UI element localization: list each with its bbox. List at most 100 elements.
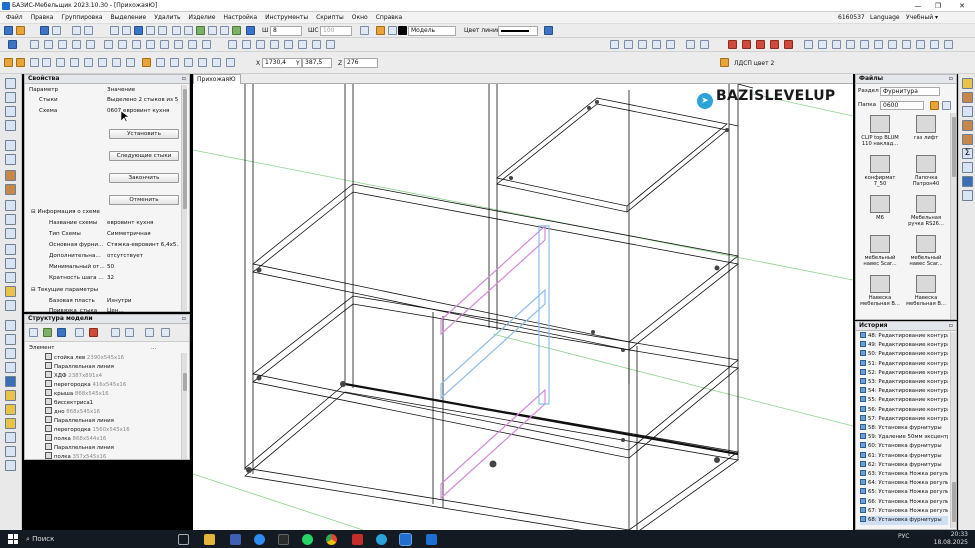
orbit-icon[interactable] <box>874 40 883 49</box>
menu-item-1[interactable]: Правка <box>27 12 58 24</box>
struct-tool-8-icon[interactable] <box>161 328 170 337</box>
fittings-7-icon[interactable] <box>226 58 235 67</box>
red-view-2-icon[interactable] <box>742 40 751 49</box>
dimension-icon[interactable] <box>242 40 251 49</box>
tool-11-icon[interactable] <box>5 228 16 239</box>
array-icon[interactable] <box>202 40 211 49</box>
red-view-4-icon[interactable] <box>770 40 779 49</box>
rt-tool-8-icon[interactable] <box>962 176 973 187</box>
bazis-taskbar-icon[interactable] <box>399 533 412 546</box>
menu-item-7[interactable]: Инструменты <box>261 12 312 24</box>
menu-item-4[interactable]: Удалить <box>150 12 184 24</box>
finish-button[interactable]: Закончить <box>109 173 179 183</box>
tool-22-icon[interactable] <box>5 390 16 401</box>
structure-item[interactable]: полка 868x544x16 <box>45 434 106 443</box>
circle-icon[interactable] <box>58 40 67 49</box>
frame-icon[interactable] <box>174 40 183 49</box>
history-item[interactable]: 48: Редактирование контура и с <box>860 332 948 341</box>
hide-icon[interactable] <box>916 40 925 49</box>
structure-item[interactable]: Параллельная линия <box>45 362 114 371</box>
files-close-icon[interactable]: ▫ <box>949 75 953 83</box>
tool-2-icon[interactable] <box>5 92 16 103</box>
y-coordinate-input[interactable]: 387,5 <box>302 58 332 68</box>
fittings-2-icon[interactable] <box>156 58 165 67</box>
history-item[interactable]: 63: Установка Ножка регулируе <box>860 470 948 479</box>
mirror-icon[interactable] <box>188 40 197 49</box>
menu-item-2[interactable]: Группировка <box>57 12 106 24</box>
structure-item[interactable]: Параллельная линия <box>45 416 114 425</box>
rt-tool-1-icon[interactable] <box>962 78 973 89</box>
history-item[interactable]: 50: Редактирование контура и с <box>860 350 948 359</box>
history-item[interactable]: 57: Редактирование контура и с <box>860 414 948 424</box>
edge-2-icon[interactable] <box>42 58 51 67</box>
split-2-icon[interactable] <box>98 58 107 67</box>
ungroup-icon[interactable] <box>298 40 307 49</box>
wireframe-model[interactable] <box>193 84 853 530</box>
folder-up-icon[interactable] <box>942 101 951 110</box>
distribute-icon[interactable] <box>270 40 279 49</box>
tool-13-icon[interactable] <box>5 258 16 269</box>
taskbar-search[interactable]: ⌕ Поиск <box>26 533 156 545</box>
wireframe-icon[interactable] <box>686 40 695 49</box>
tool-9-icon[interactable] <box>5 200 16 211</box>
align-icon[interactable] <box>256 40 265 49</box>
tool-4-icon[interactable] <box>5 120 16 131</box>
struct-help-icon[interactable] <box>57 328 66 337</box>
arc-icon[interactable] <box>86 40 95 49</box>
history-item[interactable]: 58: Установка фурнитуры <box>860 424 948 433</box>
app-3-icon[interactable] <box>352 534 363 545</box>
element-column-more[interactable]: ... <box>151 343 156 353</box>
structure-item[interactable]: дно 868x545x16 <box>45 407 100 416</box>
app-2-icon[interactable] <box>278 534 289 545</box>
edge-icon[interactable] <box>30 58 39 67</box>
history-item[interactable]: 54: Редактирование контура и с <box>860 387 948 396</box>
move-icon[interactable] <box>326 40 335 49</box>
close-button[interactable]: ✕ <box>952 1 972 11</box>
tool-12-icon[interactable] <box>5 244 16 255</box>
structure-item[interactable]: перегородка 1560x545x16 <box>45 425 130 434</box>
struct-tool-6-icon[interactable] <box>125 328 134 337</box>
folder-open-icon[interactable] <box>930 101 939 110</box>
rt-tool-9-icon[interactable] <box>962 190 973 201</box>
tool-21-icon[interactable] <box>5 376 16 387</box>
base-face-value[interactable]: Изнутри <box>107 296 132 306</box>
view-top-icon[interactable] <box>624 40 633 49</box>
rt-tool-4-icon[interactable] <box>962 120 973 131</box>
hexagon-icon[interactable] <box>72 40 81 49</box>
open-folder-icon[interactable] <box>16 26 25 35</box>
menu-item-10[interactable]: Справка <box>372 12 406 24</box>
view-right-icon[interactable] <box>666 40 675 49</box>
tool-23-icon[interactable] <box>5 404 16 415</box>
history-item[interactable]: 62: Установка фурнитуры <box>860 460 948 470</box>
lock-icon[interactable] <box>388 26 397 35</box>
help-icon[interactable] <box>544 26 553 35</box>
history-item[interactable]: 52: Редактирование контура и с <box>860 368 948 378</box>
select-icon[interactable] <box>134 26 143 35</box>
file-explorer-icon[interactable] <box>204 534 215 545</box>
scheme-value[interactable]: 0607 евровинт кухня <box>107 106 169 116</box>
split-icon[interactable] <box>84 58 93 67</box>
structure-scrollbar[interactable] <box>181 353 187 459</box>
tool-17-icon[interactable] <box>5 320 16 331</box>
zoom-all-icon[interactable] <box>846 40 855 49</box>
shelf-icon[interactable] <box>160 40 169 49</box>
history-item[interactable]: 53: Редактирование контура и с <box>860 378 948 387</box>
panel-close-icon[interactable]: ▫ <box>182 75 186 83</box>
structure-item[interactable]: стойка лев 2390x545x16 <box>45 353 124 362</box>
group-icon[interactable] <box>284 40 293 49</box>
properties-scrollbar[interactable] <box>181 85 187 311</box>
history-item[interactable]: 61: Установка фурнитуры <box>860 451 948 461</box>
history-item[interactable]: 68: Установка фурнитуры <box>860 516 948 525</box>
mode-select[interactable]: Учебный ▾ <box>906 12 938 24</box>
files-scrollbar[interactable] <box>950 113 956 319</box>
tool-19-icon[interactable] <box>5 348 16 359</box>
history-item[interactable]: 59: Удаление 50мм эксцентр <box>860 433 948 442</box>
props-icon[interactable] <box>944 40 953 49</box>
sh-select[interactable]: 8 <box>270 26 302 36</box>
history-item[interactable]: 67: Установка Ножка регулируе <box>860 506 948 516</box>
print-icon[interactable] <box>52 26 61 35</box>
shc-select[interactable]: 100 <box>320 26 352 36</box>
menu-item-0[interactable]: Файл <box>2 12 27 24</box>
structure-item[interactable]: биссектриса1 <box>45 398 93 407</box>
magnet-icon[interactable] <box>146 26 155 35</box>
